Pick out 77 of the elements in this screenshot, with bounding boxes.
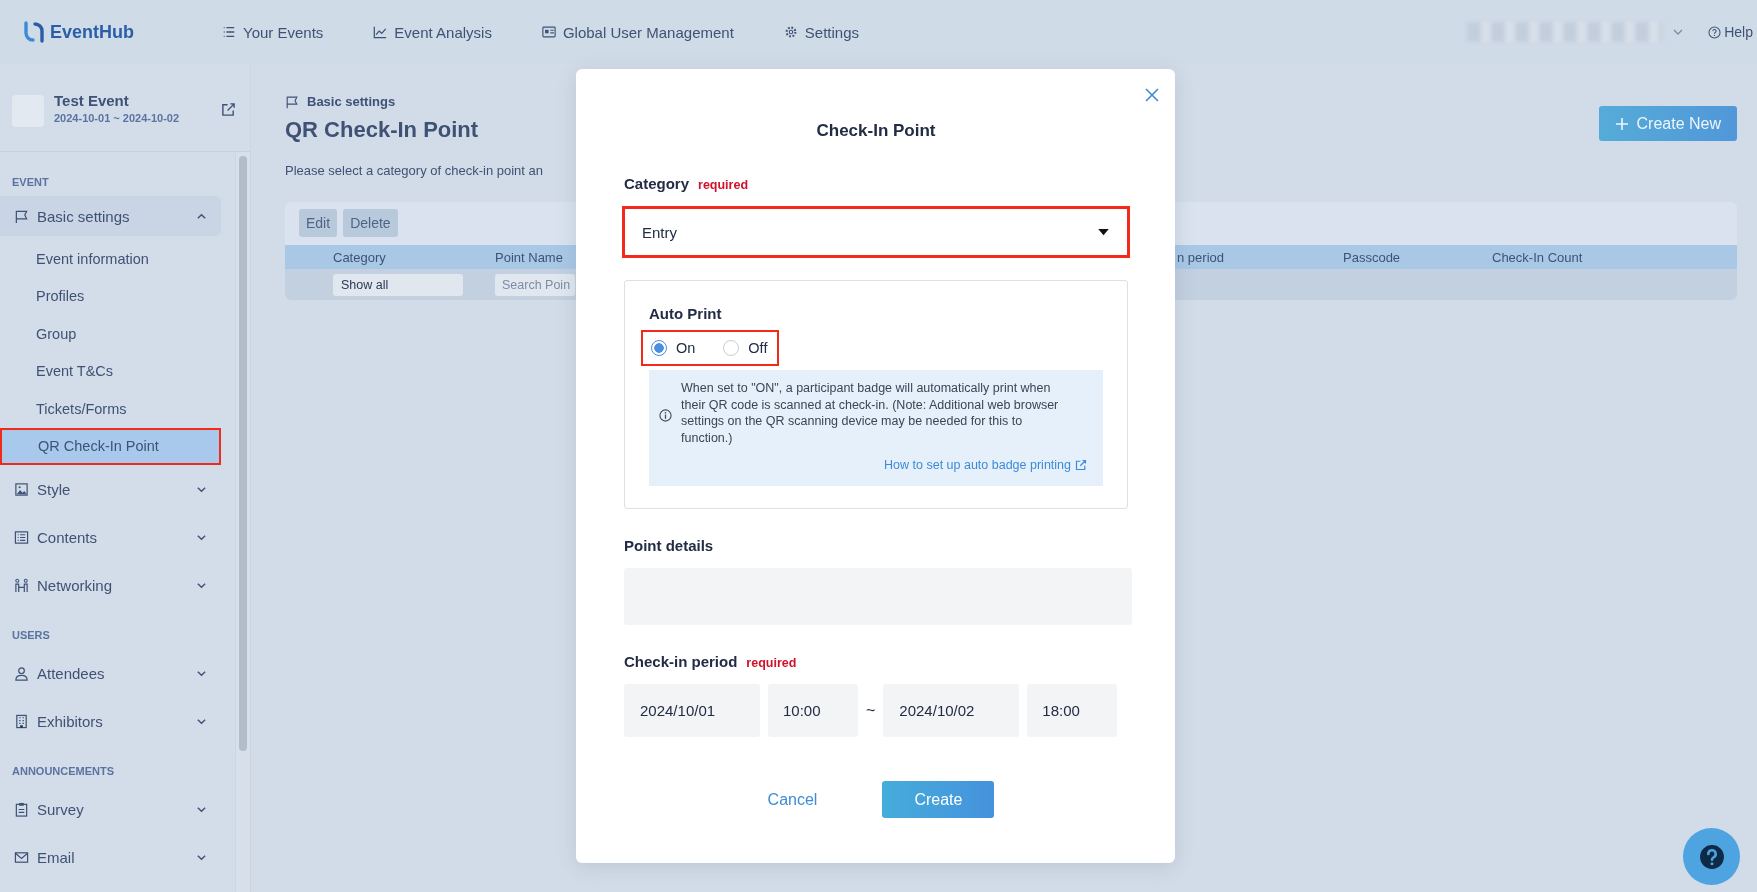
sidebar-group[interactable]: Contents [0, 513, 221, 561]
cancel-button[interactable]: Cancel [757, 781, 828, 818]
logo-icon [22, 20, 46, 44]
event-dates: 2024-10-01 ~ 2024-10-02 [54, 112, 181, 124]
info-icon [659, 408, 672, 422]
id-card-icon [541, 25, 556, 39]
flag-icon [285, 94, 299, 109]
sidebar-item[interactable]: Profiles [0, 277, 221, 315]
help-link[interactable]: Help [1708, 24, 1753, 40]
page-description: Please select a category of check-in point an [285, 163, 544, 178]
radio-option[interactable]: Off [723, 340, 768, 356]
dialog-title: Check-In Point [815, 121, 937, 141]
help-icon [1698, 843, 1725, 870]
help-chat-button[interactable] [1683, 828, 1740, 885]
sidebar-group[interactable]: Basic settings [0, 196, 221, 236]
radio-option[interactable]: On [651, 340, 696, 356]
sidebar-item[interactable]: Event information [0, 240, 221, 278]
sidebar-group[interactable]: Survey [0, 785, 221, 833]
end-date-field[interactable]: 2024/10/02 [883, 684, 1020, 737]
column-header: Passcode [1343, 249, 1402, 265]
sidebar-group[interactable]: Style [0, 465, 221, 513]
plus-icon [1614, 116, 1629, 131]
page-title: QR Check-In Point [285, 117, 479, 143]
column-header: n period [1177, 249, 1225, 265]
category-filter-select[interactable]: Show all [333, 273, 463, 296]
caret-down-icon [1098, 228, 1109, 236]
sidebar-group[interactable]: Exhibitors [0, 697, 221, 745]
envelope-icon [14, 849, 29, 865]
nav-link[interactable]: Global User Management [541, 23, 734, 41]
building-icon [14, 713, 29, 729]
sidebar-item[interactable]: Event T&Cs [0, 352, 221, 390]
sidebar-group[interactable]: Email [0, 833, 221, 881]
event-name: Test Event [54, 92, 130, 109]
line-chart-icon [373, 25, 388, 39]
help-icon [1708, 25, 1722, 39]
column-header: Check-In Count [1492, 249, 1584, 265]
sidebar-item[interactable]: Group [0, 315, 221, 353]
field-label: Point details [624, 537, 714, 554]
required-label: required [746, 656, 797, 670]
scrollbar-thumb[interactable] [239, 156, 247, 751]
category-select[interactable]: Entry [622, 206, 1130, 258]
end-time-field[interactable]: 18:00 [1027, 684, 1118, 737]
clipboard-icon [14, 801, 29, 817]
column-header: Point Name [495, 249, 564, 265]
field-label: Auto Print [649, 305, 723, 322]
flag-icon [14, 208, 29, 224]
info-text: When set to "ON", a participant badge will automatically print when their QR code is scanned at check-in. (Note: Additional web browser settings on the QR scanning device may be needed for this to function.) [681, 380, 1060, 446]
sidebar-group[interactable]: Attendees [0, 649, 221, 697]
nav-link[interactable]: Your Events [222, 23, 324, 41]
range-separator: ~ [866, 701, 876, 720]
person-icon [14, 665, 29, 681]
section-heading: ANNOUNCEMENTS [11, 764, 116, 779]
people-icon [14, 577, 29, 593]
sidebar-item[interactable]: QR Check-In Point [0, 427, 221, 465]
start-time-field[interactable]: 10:00 [768, 684, 858, 737]
sidebar-group[interactable]: Networking [0, 561, 221, 609]
app-logo-text[interactable]: EventHub [50, 21, 134, 43]
section-heading: USERS [11, 628, 51, 643]
external-link-icon[interactable] [221, 102, 236, 117]
settings-icon [783, 25, 798, 39]
breadcrumb[interactable]: Basic settings [307, 94, 396, 109]
close-icon[interactable] [1145, 88, 1159, 102]
required-label: required [698, 178, 749, 192]
section-heading: EVENT [11, 175, 50, 190]
nav-link[interactable]: Event Analysis [373, 23, 492, 41]
field-label: Category [624, 175, 690, 192]
column-header: Category [333, 249, 387, 265]
nav-link[interactable]: Settings [783, 23, 860, 41]
search-field[interactable]: Search Poin [495, 273, 575, 296]
field-label: Check-in period [624, 653, 738, 670]
help-link[interactable]: How to set up auto badge printing [884, 458, 1071, 472]
external-link-icon[interactable] [1075, 459, 1087, 471]
sidebar-item[interactable]: Tickets/Forms [0, 390, 221, 428]
list-icon [14, 529, 29, 545]
list-icon [222, 25, 236, 39]
start-date-field[interactable]: 2024/10/01 [624, 684, 760, 737]
image-icon [14, 481, 29, 497]
